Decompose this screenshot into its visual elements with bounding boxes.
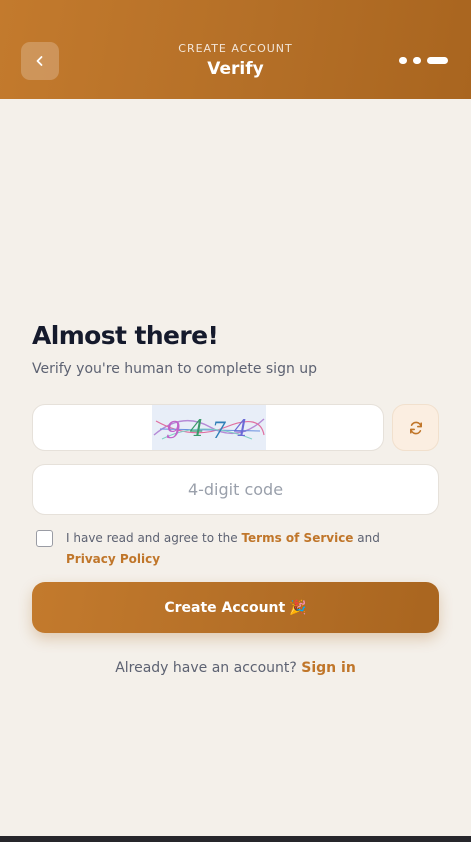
terms-prefix: I have read and agree to the — [66, 531, 242, 545]
terms-of-service-link[interactable]: Terms of Service — [241, 531, 353, 545]
terms-checkbox[interactable] — [36, 530, 53, 547]
terms-text: I have read and agree to the Terms of Se… — [66, 528, 426, 570]
step-dot — [399, 57, 407, 64]
step-indicator — [399, 57, 448, 64]
privacy-policy-link[interactable]: Privacy Policy — [66, 552, 160, 566]
sign-in-link[interactable]: Sign in — [301, 660, 356, 676]
signin-text: Already have an account? — [115, 660, 302, 676]
captcha-box: 9 4 7 4 — [32, 404, 384, 451]
create-account-label: Create Account — [164, 599, 286, 616]
refresh-icon — [409, 421, 422, 434]
create-account-button[interactable]: Create Account 🎉 — [32, 582, 439, 633]
captcha-char: 4 — [233, 417, 248, 442]
signin-prompt: Already have an account? Sign in — [0, 660, 471, 676]
captcha-image: 9 4 7 4 — [152, 405, 266, 450]
party-popper-icon: 🎉 — [289, 599, 307, 616]
subheading: Verify you're human to complete sign up — [32, 361, 318, 377]
bottom-bar — [0, 836, 471, 842]
header: CREATE ACCOUNT Verify — [0, 0, 471, 99]
captcha-char: 4 — [189, 417, 204, 442]
captcha-char: 7 — [212, 419, 226, 444]
terms-middle: and — [353, 531, 380, 545]
heading: Almost there! — [32, 321, 219, 350]
captcha-char: 9 — [166, 418, 181, 444]
captcha-code-input[interactable] — [32, 464, 439, 515]
step-dot-active — [427, 57, 448, 64]
refresh-captcha-button[interactable] — [392, 404, 439, 451]
step-dot — [413, 57, 421, 64]
header-subtitle: CREATE ACCOUNT — [178, 42, 293, 55]
